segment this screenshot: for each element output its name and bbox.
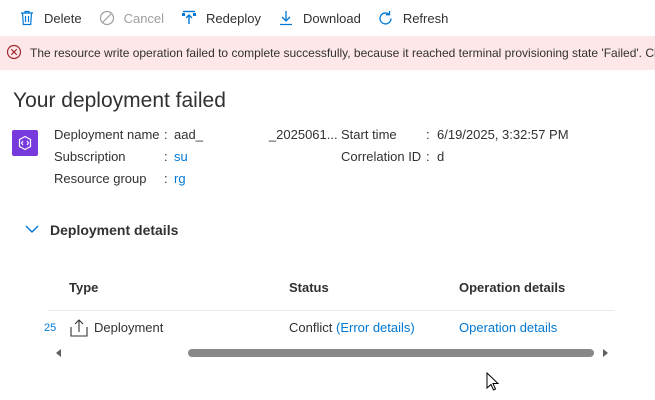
start-time-separator: : bbox=[426, 127, 430, 142]
cancel-icon bbox=[98, 9, 116, 27]
operation-details-link[interactable]: Operation details bbox=[459, 320, 557, 335]
refresh-icon bbox=[377, 9, 395, 27]
start-time-value: 6/19/2025, 3:32:57 PM bbox=[437, 127, 569, 142]
download-label: Download bbox=[302, 10, 361, 26]
error-details-link[interactable]: (Error details) bbox=[336, 320, 415, 335]
status-text: Conflict bbox=[289, 320, 333, 335]
deployment-name-value: aad_ _2025061... bbox=[174, 127, 338, 142]
refresh-button[interactable]: Refresh bbox=[377, 9, 449, 27]
subscription-label: Subscription bbox=[54, 149, 126, 164]
error-banner[interactable]: The resource write operation failed to c… bbox=[0, 36, 655, 70]
redeploy-button[interactable]: Redeploy bbox=[180, 9, 261, 27]
resource-group-separator: : bbox=[164, 171, 168, 186]
header-divider bbox=[48, 310, 615, 311]
column-header-operation-details[interactable]: Operation details bbox=[459, 280, 565, 295]
command-bar: Delete Cancel Redeploy Download Refresh bbox=[0, 0, 655, 36]
page-title: Your deployment failed bbox=[13, 89, 226, 112]
cancel-button[interactable]: Cancel bbox=[98, 9, 164, 27]
deployment-details-toggle[interactable]: Deployment details bbox=[24, 220, 178, 240]
scroll-left-arrow[interactable] bbox=[52, 346, 66, 360]
column-header-status[interactable]: Status bbox=[289, 280, 329, 295]
start-time-label: Start time bbox=[341, 127, 397, 142]
cancel-label: Cancel bbox=[123, 10, 165, 26]
deployment-name-separator: : bbox=[164, 127, 168, 142]
download-icon bbox=[277, 9, 295, 27]
deployment-icon bbox=[12, 130, 38, 156]
delete-button[interactable]: Delete bbox=[18, 9, 82, 27]
column-header-type[interactable]: Type bbox=[69, 280, 98, 295]
trash-icon bbox=[18, 9, 36, 27]
subscription-link[interactable]: su bbox=[174, 149, 188, 164]
row-index: 25 bbox=[44, 322, 57, 334]
error-message: The resource write operation failed to c… bbox=[30, 46, 655, 60]
scroll-right-arrow[interactable] bbox=[598, 346, 612, 360]
subscription-separator: : bbox=[164, 149, 168, 164]
chevron-down-icon bbox=[24, 221, 42, 239]
deployment-details-label: Deployment details bbox=[50, 222, 179, 238]
row-type: Deployment bbox=[94, 320, 164, 335]
download-button[interactable]: Download bbox=[277, 9, 361, 27]
correlation-id-separator: : bbox=[426, 149, 430, 164]
error-icon bbox=[6, 44, 24, 62]
redeploy-label: Redeploy bbox=[206, 10, 261, 26]
resource-group-label: Resource group bbox=[54, 171, 147, 186]
deployment-name-label: Deployment name bbox=[54, 127, 160, 142]
resource-group-link[interactable]: rg bbox=[174, 171, 186, 186]
horizontal-scrollbar[interactable] bbox=[48, 346, 615, 360]
delete-label: Delete bbox=[44, 10, 82, 26]
correlation-id-label: Correlation ID bbox=[341, 149, 422, 164]
correlation-id-value: d bbox=[437, 149, 445, 164]
refresh-label: Refresh bbox=[402, 10, 449, 26]
scrollbar-thumb[interactable] bbox=[188, 349, 594, 357]
row-status: Conflict (Error details) bbox=[289, 320, 415, 335]
redeploy-icon bbox=[180, 9, 198, 27]
deployment-type-icon bbox=[69, 318, 89, 338]
mouse-cursor-icon bbox=[486, 371, 500, 392]
